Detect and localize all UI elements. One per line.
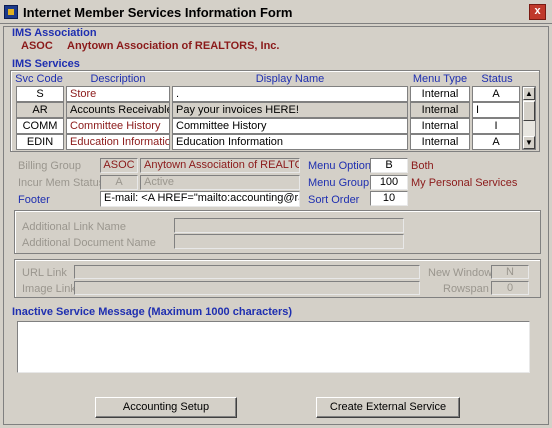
svc-code-cell[interactable]: S — [16, 86, 64, 102]
menu-type-cell[interactable]: Internal — [410, 118, 470, 134]
url-link-field[interactable] — [74, 265, 420, 279]
additional-document-name-label: Additional Document Name — [22, 237, 156, 249]
rowspan-field[interactable]: 0 — [491, 281, 529, 295]
title-bar: Internet Member Services Information For… — [0, 0, 552, 24]
billing-group-code-field[interactable]: ASOC — [100, 158, 138, 173]
col-menu-type[interactable]: Menu Type — [410, 73, 470, 85]
sort-order-field[interactable]: 10 — [370, 191, 408, 206]
create-external-service-button[interactable]: Create External Service — [316, 397, 460, 418]
accounting-setup-button[interactable]: Accounting Setup — [95, 397, 237, 418]
display-name-cell[interactable]: . — [172, 86, 408, 102]
menu-option-name: Both — [411, 160, 434, 172]
billing-group-name-field[interactable]: Anytown Association of REALTORS, I — [140, 158, 300, 173]
ims-services-label: IMS Services — [12, 58, 80, 70]
incur-mem-status-label: Incur Mem Status — [18, 177, 105, 189]
new-window-label: New Window — [428, 267, 493, 279]
footer-field[interactable]: E-mail: <A HREF="mailto:accounting@rapat… — [100, 191, 300, 207]
url-link-label: URL Link — [22, 267, 67, 279]
additional-link-name-field[interactable] — [174, 218, 404, 233]
scroll-up-icon[interactable]: ▲ — [523, 87, 535, 100]
footer-label: Footer — [18, 194, 50, 206]
association-name: Anytown Association of REALTORS, Inc. — [67, 40, 280, 52]
sort-order-label: Sort Order — [308, 194, 360, 206]
menu-option-label: Menu Option — [308, 160, 371, 172]
menu-group-label: Menu Group — [308, 177, 370, 189]
description-cell[interactable]: Store — [66, 86, 170, 102]
incur-mem-status-name-field[interactable]: Active — [140, 175, 300, 190]
menu-option-field[interactable]: B — [370, 158, 408, 173]
menu-type-cell[interactable]: Internal — [410, 86, 470, 102]
col-svc-code[interactable]: Svc Code — [14, 73, 64, 85]
inactive-message-textarea[interactable] — [17, 321, 530, 373]
billing-group-label: Billing Group — [18, 160, 81, 172]
ims-association-label: IMS Association — [12, 27, 97, 39]
association-code: ASOC — [21, 40, 53, 52]
display-name-cell[interactable]: Committee History — [172, 118, 408, 134]
display-name-cell[interactable]: Education Information — [172, 134, 408, 150]
svc-code-cell[interactable]: COMM — [16, 118, 64, 134]
additional-document-name-field[interactable] — [174, 234, 404, 249]
menu-type-cell[interactable]: Internal — [410, 102, 470, 118]
col-description[interactable]: Description — [66, 73, 170, 85]
menu-group-name: My Personal Services — [411, 177, 518, 189]
window-title: Internet Member Services Information For… — [23, 5, 293, 20]
rowspan-label: Rowspan — [443, 283, 489, 295]
scroll-down-icon[interactable]: ▼ — [523, 136, 535, 149]
incur-mem-status-code-field[interactable]: A — [100, 175, 138, 190]
services-scrollbar[interactable]: ▲ ▼ — [522, 86, 536, 150]
col-status[interactable]: Status — [472, 73, 522, 85]
inactive-message-label: Inactive Service Message (Maximum 1000 c… — [12, 306, 293, 318]
svc-code-cell[interactable]: AR — [16, 102, 64, 118]
close-icon[interactable]: x — [529, 4, 546, 20]
description-cell[interactable]: Education Information — [66, 134, 170, 150]
col-display-name[interactable]: Display Name — [172, 73, 408, 85]
status-cell[interactable]: I — [472, 118, 520, 134]
status-cell[interactable]: A — [472, 134, 520, 150]
image-link-field[interactable] — [74, 281, 420, 295]
description-cell[interactable]: Committee History — [66, 118, 170, 134]
additional-link-name-label: Additional Link Name — [22, 221, 126, 233]
status-cell[interactable]: I — [472, 102, 520, 118]
app-icon — [4, 5, 18, 19]
scroll-thumb[interactable] — [523, 101, 535, 121]
menu-type-cell[interactable]: Internal — [410, 134, 470, 150]
display-name-cell[interactable]: Pay your invoices HERE! — [172, 102, 408, 118]
svc-code-cell[interactable]: EDIN — [16, 134, 64, 150]
menu-group-field[interactable]: 100 — [370, 175, 408, 190]
new-window-field[interactable]: N — [491, 265, 529, 279]
image-link-label: Image Link — [22, 283, 76, 295]
status-cell[interactable]: A — [472, 86, 520, 102]
description-cell[interactable]: Accounts Receivable — [66, 102, 170, 118]
